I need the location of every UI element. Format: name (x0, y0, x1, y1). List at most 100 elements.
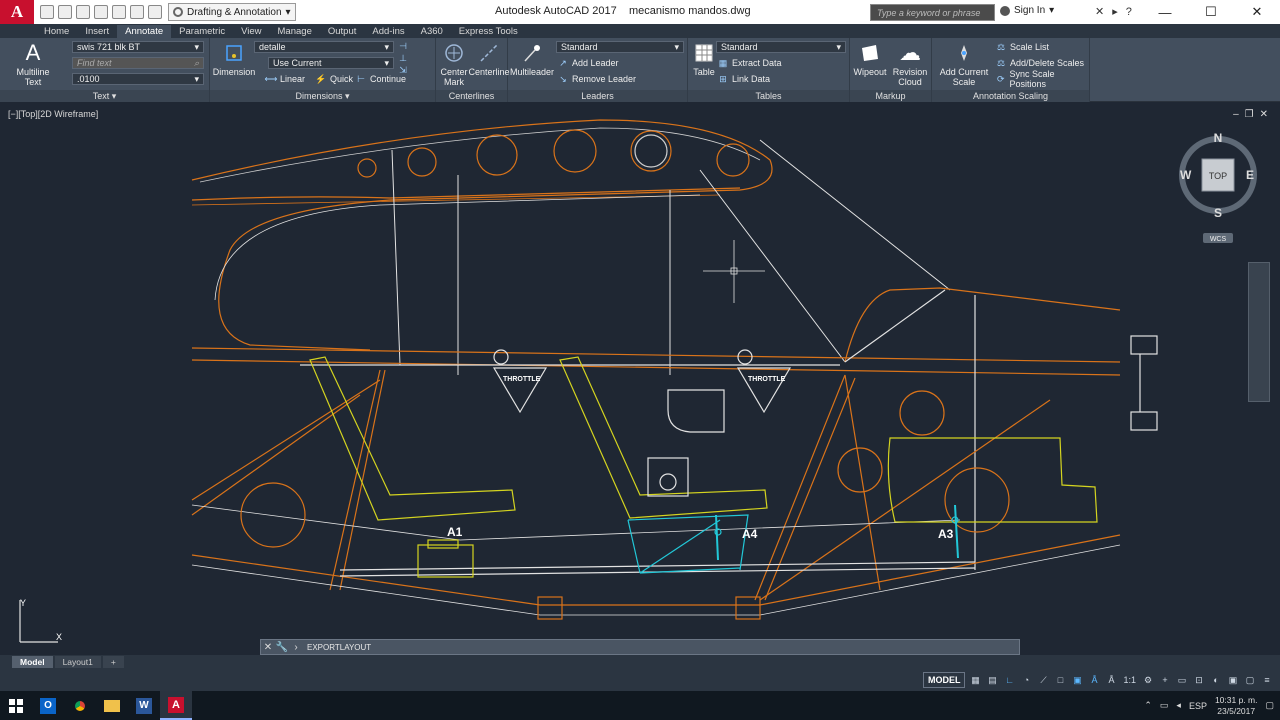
find-text-input[interactable]: Find text ⌕ (72, 57, 204, 69)
viewport-controls-label[interactable]: [−][Top][2D Wireframe] (8, 109, 98, 119)
dimstyle-dropdown[interactable]: detalle ▾ (254, 41, 394, 53)
annotation-scale-auto-icon[interactable]: Å (1104, 672, 1118, 688)
extract-data-button[interactable]: ▦ Extract Data (718, 57, 782, 69)
chrome-icon[interactable] (64, 691, 96, 720)
isolate-objects-icon[interactable]: ◐ (1209, 672, 1223, 688)
annotation-scale-value[interactable]: 1:1 (1121, 672, 1138, 688)
sync-scale-positions-button[interactable]: ⟳ Sync Scale Positions (996, 69, 1089, 89)
dimensions-panel-title[interactable]: Dimensions ▾ (210, 90, 435, 102)
navigation-bar[interactable] (1248, 262, 1270, 402)
autocad-app-menu-button[interactable]: A (0, 0, 34, 24)
wrench-icon[interactable]: 🔧 (275, 642, 289, 653)
dynamic-input-icon[interactable]: ▣ (1070, 672, 1084, 688)
clean-screen-icon[interactable]: ▢ (1243, 672, 1257, 688)
redo-icon[interactable] (148, 5, 162, 19)
exchange-icon[interactable]: ✕ (1095, 5, 1104, 18)
tab-view[interactable]: View (233, 25, 269, 38)
quick-dimension-button[interactable]: ⚡ Quick (315, 73, 353, 85)
scale-list-button[interactable]: ⚖ Scale List (996, 41, 1049, 53)
undo-icon[interactable] (130, 5, 144, 19)
help-icon[interactable]: ? (1126, 6, 1132, 18)
lock-ui-icon[interactable]: ⊡ (1192, 672, 1206, 688)
network-icon[interactable]: ▭ (1160, 700, 1169, 711)
dim-layer-dropdown[interactable]: Use Current ▾ (268, 57, 394, 69)
text-panel-title[interactable]: Text ▾ (0, 90, 209, 102)
sign-in-button[interactable]: Sign In ▾ (1000, 5, 1054, 16)
mleader-style-dropdown[interactable]: Standard ▾ (556, 41, 684, 53)
layout-tab-model[interactable]: Model (12, 656, 53, 668)
linear-button[interactable]: ⟷ Linear (265, 73, 305, 85)
new-file-icon[interactable] (40, 5, 54, 19)
language-indicator[interactable]: ESP (1189, 701, 1207, 711)
tab-annotate[interactable]: Annotate (117, 25, 172, 38)
ortho-icon[interactable]: ∟ (1002, 672, 1016, 688)
volume-icon[interactable]: ◂ (1176, 700, 1181, 711)
tab-home[interactable]: Home (36, 25, 77, 38)
multiline-text-button[interactable]: A Multiline Text (14, 41, 52, 88)
hardware-acceleration-icon[interactable]: ▣ (1226, 672, 1240, 688)
add-layout-button[interactable]: + (102, 656, 124, 668)
file-explorer-icon[interactable] (96, 691, 128, 720)
gear-icon[interactable]: ⚙ (1141, 672, 1155, 688)
centerline-button[interactable]: Centerline (468, 41, 510, 77)
close-icon[interactable]: ✕ (261, 642, 275, 653)
tab-express-tools[interactable]: Express Tools (451, 25, 526, 38)
show-hidden-icons-icon[interactable]: ⌃ (1144, 700, 1152, 711)
viewport-minimize-icon[interactable]: – (1233, 109, 1239, 120)
model-space-button[interactable]: MODEL (922, 672, 966, 688)
tab-output[interactable]: Output (320, 25, 365, 38)
add-leader-button[interactable]: ↗ Add Leader (558, 57, 618, 69)
windows-start-icon[interactable] (0, 691, 32, 720)
save-icon[interactable] (76, 5, 90, 19)
clock[interactable]: 10:31 p. m. 23/5/2017 (1215, 695, 1258, 717)
tab-insert[interactable]: Insert (77, 25, 117, 38)
tab-parametric[interactable]: Parametric (171, 25, 233, 38)
plot-icon[interactable] (112, 5, 126, 19)
maximize-button[interactable]: ☐ (1188, 0, 1234, 24)
table-button[interactable]: Table (690, 41, 718, 77)
revision-cloud-button[interactable]: ☁ Revision Cloud (890, 41, 930, 88)
dimension-button[interactable]: Dimension (213, 41, 255, 77)
polar-icon[interactable]: ◔ (1019, 672, 1033, 688)
center-mark-button[interactable]: Center Mark (438, 41, 470, 87)
outlook-icon[interactable]: O (32, 691, 64, 720)
tab-add-ins[interactable]: Add-ins (364, 25, 412, 38)
save-as-icon[interactable] (94, 5, 108, 19)
table-style-dropdown[interactable]: Standard ▾ (716, 41, 846, 53)
customization-icon[interactable]: ≡ (1260, 672, 1274, 688)
close-button[interactable]: ✕ (1234, 0, 1280, 24)
open-file-icon[interactable] (58, 5, 72, 19)
remove-leader-button[interactable]: ↘ Remove Leader (558, 73, 636, 85)
dim-tool-icon-3[interactable]: ⇲ (398, 65, 408, 75)
autocad-taskbar-icon[interactable]: A (160, 691, 192, 720)
minimize-button[interactable]: — (1142, 0, 1188, 24)
add-current-scale-button[interactable]: Add Current Scale (936, 41, 992, 87)
workspace-switcher[interactable]: Drafting & Annotation ▾ (168, 3, 296, 21)
word-icon[interactable]: W (128, 691, 160, 720)
multileader-button[interactable]: Multileader (510, 41, 554, 77)
add-delete-scales-button[interactable]: ⚖ Add/Delete Scales (996, 57, 1084, 69)
notifications-icon[interactable]: ▢ (1265, 700, 1274, 711)
viewport-close-icon[interactable]: ✕ (1260, 109, 1268, 120)
connect-icon[interactable]: ▸ (1112, 5, 1118, 18)
command-line[interactable]: ✕ 🔧 › EXPORTLAYOUT (260, 639, 1020, 655)
annotation-visibility-icon[interactable]: Å (1087, 672, 1101, 688)
link-data-button[interactable]: ⊞ Link Data (718, 73, 770, 85)
tab-manage[interactable]: Manage (270, 25, 320, 38)
plus-icon[interactable]: + (1158, 672, 1172, 688)
isodraft-icon[interactable]: ⟋ (1036, 672, 1050, 688)
dim-tool-icon-2[interactable]: ⊥ (398, 53, 408, 63)
viewport-restore-icon[interactable]: ❐ (1245, 109, 1254, 120)
drawing-viewport[interactable] (8, 106, 1272, 654)
workspace-icon[interactable]: ▭ (1175, 672, 1189, 688)
grid-icon[interactable]: ▦ (968, 672, 982, 688)
viewcube[interactable]: TOP N S W E WCS (1176, 130, 1260, 248)
text-style-dropdown[interactable]: swis 721 blk BT ▾ (72, 41, 204, 53)
layout-tab-layout1[interactable]: Layout1 (54, 656, 101, 668)
text-height-dropdown[interactable]: .0100 ▾ (72, 73, 204, 85)
osnap-icon[interactable]: □ (1053, 672, 1067, 688)
wipeout-button[interactable]: Wipeout (852, 41, 888, 77)
tab-a360[interactable]: A360 (413, 25, 451, 38)
dim-tool-icon-1[interactable]: ⊣ (398, 41, 408, 51)
search-input[interactable]: Type a keyword or phrase (870, 4, 995, 21)
